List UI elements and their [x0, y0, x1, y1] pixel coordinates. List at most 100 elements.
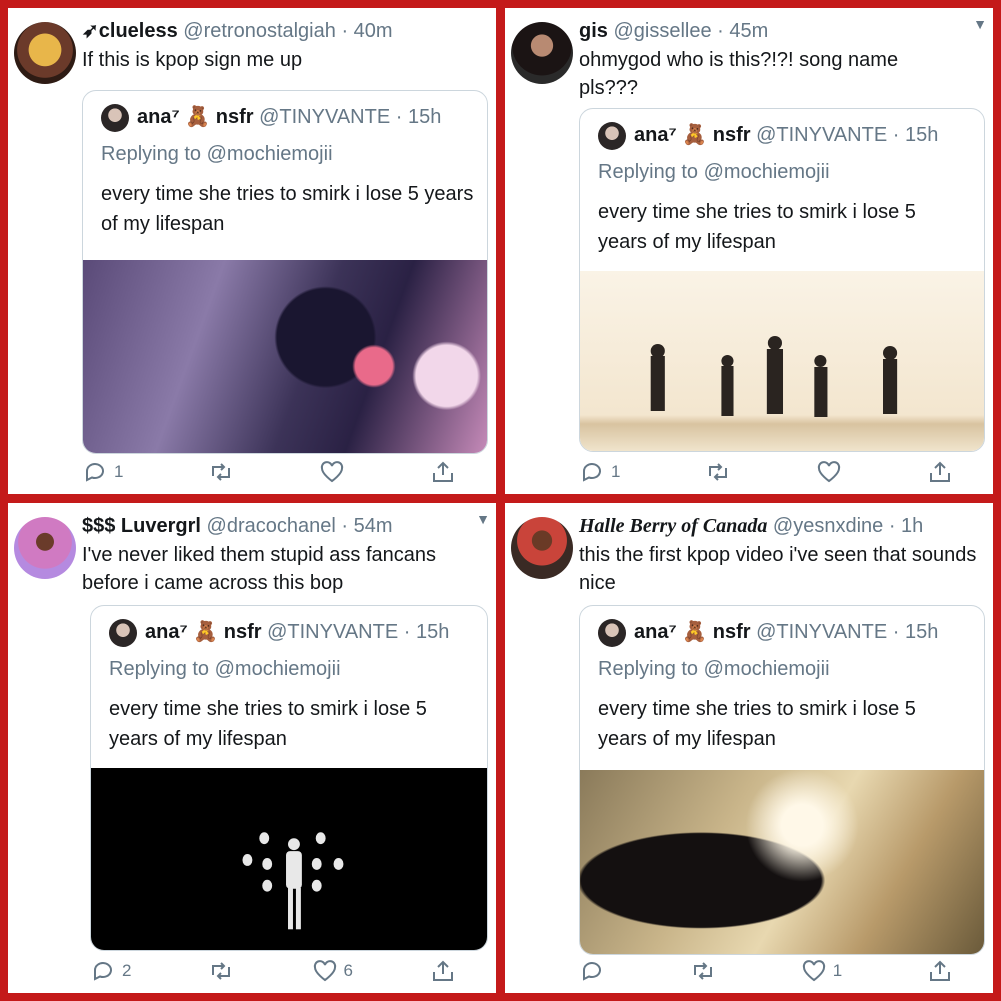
replying-to: Replying to @mochiemojii [101, 143, 333, 166]
video-thumbnail[interactable] [580, 770, 984, 954]
quoted-avatar [109, 618, 137, 647]
quoted-name-suffix: nsfr [712, 621, 751, 643]
display-name[interactable]: ➶clueless [82, 20, 178, 42]
reply-icon [86, 463, 104, 482]
timestamp[interactable]: · 1h [889, 515, 923, 537]
retweet-icon [212, 463, 231, 481]
tweet-card-2[interactable]: ▼ gis @gissellee · 45m ohmygod who is th… [505, 8, 993, 494]
replying-label: Replying to [109, 658, 210, 680]
reply-target[interactable]: @mochiemojii [704, 658, 830, 680]
video-thumbnail[interactable] [83, 260, 487, 453]
quoted-tweet[interactable]: ana⁷ 🧸 nsfr @TINYVANTE · 15h Replying to… [90, 605, 488, 951]
quoted-avatar [101, 103, 129, 132]
reply-icon [94, 962, 112, 981]
quoted-name: ana⁷ [145, 621, 188, 643]
share-button[interactable] [430, 460, 456, 484]
quoted-time: · 15h [892, 124, 939, 146]
avatar[interactable] [511, 517, 573, 579]
timestamp[interactable]: · 40m [341, 20, 392, 42]
retweet-button[interactable] [208, 460, 234, 484]
tweet-text: this the first kpop video i've seen that… [579, 544, 977, 594]
reply-button[interactable]: 2 [90, 959, 131, 983]
replying-label: Replying to [101, 143, 202, 165]
avatar[interactable] [14, 22, 76, 84]
display-name[interactable]: Halle Berry of Canada [579, 515, 767, 537]
reply-target[interactable]: @mochiemojii [215, 658, 341, 680]
reply-target[interactable]: @mochiemojii [207, 143, 333, 165]
replying-to: Replying to @mochiemojii [598, 658, 830, 681]
quoted-time: · 15h [892, 621, 939, 643]
tweet-card-1[interactable]: ➶clueless @retronostalgiah · 40m If this… [8, 8, 496, 494]
tweet-actions: 1 [82, 458, 456, 486]
timestamp[interactable]: · 54m [341, 515, 392, 537]
share-button[interactable] [430, 959, 456, 983]
reply-icon [583, 463, 601, 482]
avatar[interactable] [511, 22, 573, 84]
retweet-button[interactable] [690, 959, 716, 983]
share-icon [433, 461, 453, 482]
handle[interactable]: @yesnxdine [773, 515, 883, 537]
retweet-button[interactable] [705, 460, 731, 484]
reply-button[interactable]: 1 [82, 460, 123, 484]
like-count: 1 [832, 961, 843, 980]
share-icon [930, 461, 950, 482]
retweet-icon [693, 962, 712, 980]
quoted-text: every time she tries to smirk i lose 5 y… [101, 183, 474, 235]
tweet-card-3[interactable]: ▼ $$$ Luvergrl @dracochanel · 54m I've n… [8, 503, 496, 993]
reply-count: 1 [611, 462, 621, 481]
display-name[interactable]: gis [579, 20, 608, 42]
reply-icon [583, 962, 601, 981]
quoted-handle: @TINYVANTE [756, 621, 888, 643]
like-button[interactable] [816, 460, 842, 484]
share-button[interactable] [927, 959, 953, 983]
display-name[interactable]: $$$ Luvergrl [82, 515, 201, 537]
tweet-header: gis @gissellee · 45m [579, 18, 983, 44]
replying-label: Replying to [598, 161, 699, 183]
handle[interactable]: @dracochanel [207, 515, 336, 537]
retweet-icon [709, 463, 728, 481]
reply-target[interactable]: @mochiemojii [704, 161, 830, 183]
quoted-handle: @TINYVANTE [267, 621, 399, 643]
handle[interactable]: @gissellee [613, 20, 711, 42]
quoted-name: ana⁷ [634, 621, 677, 643]
tweet-header: ➶clueless @retronostalgiah · 40m [82, 18, 486, 44]
quoted-tweet[interactable]: ana⁷ 🧸 nsfr @TINYVANTE · 15h Replying to… [82, 90, 488, 454]
reply-button[interactable]: 1 [579, 460, 620, 484]
tweet-header: $$$ Luvergrl @dracochanel · 54m [82, 513, 486, 539]
like-button[interactable]: 6 [312, 959, 353, 983]
quoted-handle: @TINYVANTE [259, 106, 391, 128]
tweet-actions: 1 [579, 957, 953, 985]
quoted-header: ana⁷ 🧸 nsfr @TINYVANTE · 15h [101, 103, 477, 132]
quoted-text: every time she tries to smirk i lose 5 y… [109, 698, 427, 750]
tweet-text: If this is kpop sign me up [82, 49, 303, 71]
like-button[interactable] [319, 460, 345, 484]
video-thumbnail[interactable] [91, 768, 487, 950]
reply-button[interactable] [579, 959, 605, 983]
quoted-header: ana⁷ 🧸 nsfr @TINYVANTE · 15h [598, 618, 974, 647]
quoted-tweet[interactable]: ana⁷ 🧸 nsfr @TINYVANTE · 15h Replying to… [579, 605, 985, 955]
handle[interactable]: @retronostalgiah [183, 20, 336, 42]
like-button[interactable]: 1 [801, 959, 842, 983]
retweet-button[interactable] [208, 959, 234, 983]
video-thumbnail[interactable] [580, 271, 984, 451]
heart-icon [818, 461, 841, 483]
reply-count: 2 [122, 961, 132, 980]
teddy-bear-icon: 🧸 [682, 124, 708, 146]
quoted-header: ana⁷ 🧸 nsfr @TINYVANTE · 15h [598, 121, 974, 150]
timestamp[interactable]: · 45m [717, 20, 768, 42]
share-button[interactable] [927, 460, 953, 484]
avatar[interactable] [14, 517, 76, 579]
retweet-icon [212, 962, 231, 980]
quoted-text: every time she tries to smirk i lose 5 y… [598, 201, 916, 253]
heart-icon [321, 461, 344, 483]
teddy-bear-icon: 🧸 [682, 621, 708, 643]
tweet-header: Halle Berry of Canada @yesnxdine · 1h [579, 513, 983, 539]
share-icon [930, 960, 950, 981]
replying-to: Replying to @mochiemojii [109, 658, 341, 681]
quoted-tweet[interactable]: ana⁷ 🧸 nsfr @TINYVANTE · 15h Replying to… [579, 108, 985, 452]
tweet-text: ohmygod who is this?!?! song name pls??? [579, 49, 899, 99]
heart-icon [802, 960, 825, 982]
quoted-avatar [598, 618, 626, 647]
replying-to: Replying to @mochiemojii [598, 161, 830, 184]
tweet-card-4[interactable]: Halle Berry of Canada @yesnxdine · 1h th… [505, 503, 993, 993]
